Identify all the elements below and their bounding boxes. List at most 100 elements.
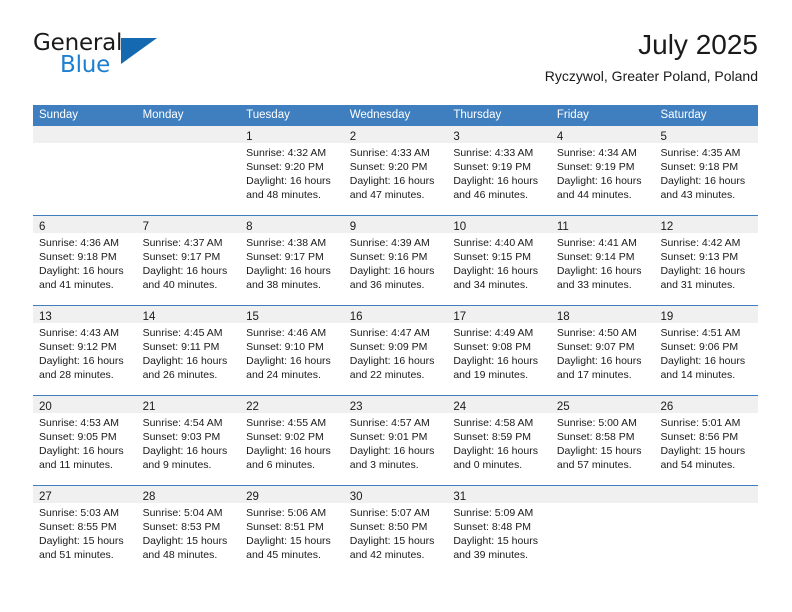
day-cell[interactable]: 14 Sunrise: 4:45 AM Sunset: 9:11 PM Dayl… [136,306,241,395]
day-cell[interactable]: 30 Sunrise: 5:07 AM Sunset: 8:50 PM Dayl… [343,486,448,576]
sunset-text: Sunset: 9:17 PM [246,251,324,264]
day-cell[interactable]: 19 Sunrise: 4:51 AM Sunset: 9:06 PM Dayl… [654,306,759,395]
dow-wednesday: Wednesday [349,109,411,121]
day-cell[interactable]: 4 Sunrise: 4:34 AM Sunset: 9:19 PM Dayli… [550,126,655,215]
day-number: 28 [142,491,156,503]
day-cell[interactable]: 23 Sunrise: 4:57 AM Sunset: 9:01 PM Dayl… [343,396,448,485]
sunrise-text: Sunrise: 5:09 AM [453,507,534,519]
day-number: 7 [142,221,149,233]
day-cell[interactable]: 16 Sunrise: 4:47 AM Sunset: 9:09 PM Dayl… [343,306,448,395]
daylight-text-line2: and 38 minutes. [246,279,321,292]
week-row: 20 Sunrise: 4:53 AM Sunset: 9:05 PM Dayl… [33,396,759,486]
sunrise-text: Sunrise: 4:54 AM [142,417,223,429]
day-cell[interactable]: 18 Sunrise: 4:50 AM Sunset: 9:07 PM Dayl… [550,306,655,395]
daylight-text-line2: and 6 minutes. [246,459,316,472]
day-cell[interactable]: 29 Sunrise: 5:06 AM Sunset: 8:51 PM Dayl… [240,486,344,576]
day-details: Sunrise: 4:42 AM Sunset: 9:13 PM Dayligh… [654,233,758,292]
general-blue-logo[interactable]: General Blue [33,30,273,86]
day-cell[interactable]: 1 Sunrise: 4:32 AM Sunset: 9:20 PM Dayli… [240,126,344,215]
sunrise-text: Sunrise: 4:49 AM [453,327,534,339]
day-cell[interactable]: 25 Sunrise: 5:00 AM Sunset: 8:58 PM Dayl… [550,396,655,485]
day-cell[interactable]: 7 Sunrise: 4:37 AM Sunset: 9:17 PM Dayli… [136,216,241,305]
day-number: 26 [660,401,674,413]
daylight-text-line2: and 22 minutes. [349,369,425,382]
day-number: 15 [246,311,259,323]
day-number: 5 [660,131,667,143]
day-cell[interactable]: 17 Sunrise: 4:49 AM Sunset: 9:08 PM Dayl… [447,306,551,395]
daylight-text-line1: Daylight: 16 hours [660,265,746,278]
day-number-band: 3 [447,126,551,143]
daylight-text-line2: and 9 minutes. [142,459,212,472]
day-cell[interactable]: 2 Sunrise: 4:33 AM Sunset: 9:20 PM Dayli… [343,126,448,215]
day-cell[interactable]: 15 Sunrise: 4:46 AM Sunset: 9:10 PM Dayl… [240,306,344,395]
day-cell[interactable]: 5 Sunrise: 4:35 AM Sunset: 9:18 PM Dayli… [654,126,759,215]
sunrise-text: Sunrise: 4:36 AM [39,237,119,249]
day-cell[interactable]: 24 Sunrise: 4:58 AM Sunset: 8:59 PM Dayl… [447,396,551,485]
day-details: Sunrise: 5:07 AM Sunset: 8:50 PM Dayligh… [344,503,448,562]
day-details: Sunrise: 4:40 AM Sunset: 9:15 PM Dayligh… [447,233,551,292]
sunrise-text: Sunrise: 4:33 AM [349,147,430,159]
daylight-text-line1: Daylight: 15 hours [142,535,228,548]
day-cell[interactable]: 26 Sunrise: 5:01 AM Sunset: 8:56 PM Dayl… [654,396,759,485]
day-details: Sunrise: 4:38 AM Sunset: 9:17 PM Dayligh… [240,233,344,292]
day-cell[interactable]: 10 Sunrise: 4:40 AM Sunset: 9:15 PM Dayl… [447,216,551,305]
sunset-text: Sunset: 9:17 PM [142,251,221,264]
day-cell[interactable]: 13 Sunrise: 4:43 AM Sunset: 9:12 PM Dayl… [33,306,137,395]
day-number-band: 26 [654,396,759,413]
sunrise-text: Sunrise: 4:33 AM [453,147,534,159]
sunrise-text: Sunrise: 4:42 AM [660,237,741,249]
day-number: 19 [660,311,674,323]
day-number-band: 20 [33,396,137,413]
day-details: Sunrise: 4:50 AM Sunset: 9:07 PM Dayligh… [551,323,655,382]
sunrise-text: Sunrise: 4:47 AM [349,327,430,339]
daylight-text-line2: and 57 minutes. [556,459,632,472]
day-cell[interactable]: 12 Sunrise: 4:42 AM Sunset: 9:13 PM Dayl… [654,216,759,305]
day-cell[interactable]: 21 Sunrise: 4:54 AM Sunset: 9:03 PM Dayl… [136,396,241,485]
day-cell[interactable]: 22 Sunrise: 4:55 AM Sunset: 9:02 PM Dayl… [240,396,344,485]
day-number-band: 22 [240,396,344,413]
day-number-band: 27 [33,486,137,503]
page-title: July 2025 [638,29,758,60]
sunset-text: Sunset: 9:18 PM [660,161,739,174]
day-cell[interactable]: 20 Sunrise: 4:53 AM Sunset: 9:05 PM Dayl… [33,396,137,485]
day-cell[interactable]: 9 Sunrise: 4:39 AM Sunset: 9:16 PM Dayli… [343,216,448,305]
sunrise-text: Sunrise: 4:51 AM [660,327,741,339]
day-cell[interactable]: 28 Sunrise: 5:04 AM Sunset: 8:53 PM Dayl… [136,486,241,576]
sunrise-text: Sunrise: 4:50 AM [556,327,637,339]
day-cell[interactable]: 6 Sunrise: 4:36 AM Sunset: 9:18 PM Dayli… [33,216,137,305]
daylight-text-line2: and 11 minutes. [39,459,113,472]
sunset-text: Sunset: 8:58 PM [556,431,635,444]
day-cell[interactable]: 11 Sunrise: 4:41 AM Sunset: 9:14 PM Dayl… [550,216,655,305]
sunset-text: Sunset: 8:48 PM [453,521,531,534]
day-details: Sunrise: 4:36 AM Sunset: 9:18 PM Dayligh… [33,233,137,292]
day-number-band: 8 [240,216,344,233]
dow-friday: Friday [556,109,589,121]
day-cell[interactable]: 27 Sunrise: 5:03 AM Sunset: 8:55 PM Dayl… [33,486,137,576]
day-details: Sunrise: 4:55 AM Sunset: 9:02 PM Dayligh… [240,413,344,472]
daylight-text-line2: and 0 minutes. [453,459,523,472]
day-number-band: 30 [343,486,448,503]
day-cell[interactable]: 8 Sunrise: 4:38 AM Sunset: 9:17 PM Dayli… [240,216,344,305]
sunset-text: Sunset: 9:06 PM [660,341,739,354]
logo-text-blue: Blue [60,52,111,78]
day-number: 27 [39,491,52,503]
sunrise-text: Sunrise: 4:57 AM [349,417,430,429]
day-details: Sunrise: 4:58 AM Sunset: 8:59 PM Dayligh… [447,413,551,472]
day-number: 9 [349,221,357,233]
daylight-text-line2: and 40 minutes. [142,279,218,292]
daylight-text-line2: and 43 minutes. [660,189,736,202]
day-number: 4 [556,131,564,143]
day-number-band: 15 [240,306,344,323]
daylight-text-line2: and 47 minutes. [349,189,425,202]
daylight-text-line2: and 19 minutes. [453,369,529,382]
day-number-band: 23 [343,396,448,413]
daylight-text-line2: and 14 minutes. [660,369,736,382]
daylight-text-line2: and 33 minutes. [556,279,632,292]
sunset-text: Sunset: 8:59 PM [453,431,531,444]
day-details [551,503,655,506]
day-cell[interactable]: 3 Sunrise: 4:33 AM Sunset: 9:19 PM Dayli… [447,126,551,215]
sunset-text: Sunset: 9:20 PM [349,161,428,174]
sunrise-text: Sunrise: 5:06 AM [246,507,327,519]
day-cell[interactable]: 31 Sunrise: 5:09 AM Sunset: 8:48 PM Dayl… [447,486,551,576]
day-number-band: 13 [33,306,137,323]
